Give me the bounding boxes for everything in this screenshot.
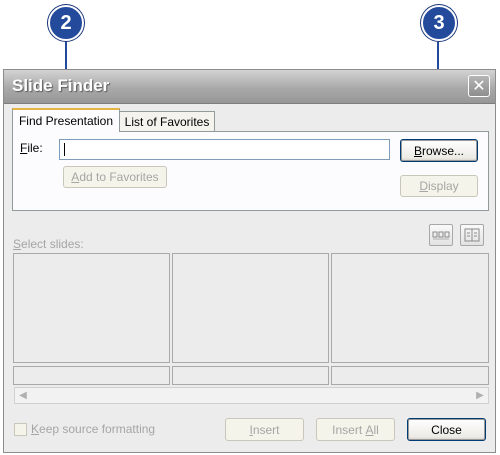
browse-access-key: B: [413, 143, 422, 158]
slide-view-toggle[interactable]: [429, 224, 453, 246]
callout-marker-2: 2: [48, 5, 84, 41]
title-bar: Slide Finder ✕: [4, 70, 495, 104]
close-button[interactable]: Close: [407, 418, 486, 441]
insert-all-access-key: A: [365, 422, 374, 437]
slide-caption-3: [331, 366, 489, 385]
file-label-text: ile:: [27, 141, 43, 155]
close-icon: ✕: [472, 76, 486, 95]
display-access-key: D: [419, 179, 428, 193]
callout-number: 3: [433, 11, 445, 34]
keep-source-text: eep source formatting: [39, 422, 156, 436]
window-title: Slide Finder: [12, 76, 110, 95]
keep-source-formatting-checkbox[interactable]: [14, 423, 27, 436]
scroll-right-icon[interactable]: ▶: [472, 388, 488, 403]
add-favorites-label: dd to Favorites: [79, 170, 159, 184]
text-cursor: [64, 143, 65, 156]
list-view-icon: [464, 228, 480, 242]
select-slides-text: elect slides:: [21, 237, 84, 251]
insert-all-button[interactable]: Insert All: [316, 418, 395, 441]
tab-find-presentation[interactable]: Find Presentation: [12, 108, 120, 132]
slide-view-icon: [432, 231, 450, 240]
slide-thumbnail-1[interactable]: [13, 253, 170, 363]
file-path-input[interactable]: [59, 139, 390, 160]
slide-thumbnail-3[interactable]: [331, 253, 489, 363]
select-slides-label: Select slides:: [13, 237, 84, 251]
callout-marker-3: 3: [421, 5, 457, 41]
insert-all-label-start: Insert: [332, 422, 366, 437]
tab-label: Find Presentation: [18, 114, 114, 128]
tab-list-of-favorites[interactable]: List of Favorites: [119, 111, 215, 132]
browse-button[interactable]: Browse...: [400, 139, 478, 162]
horizontal-scrollbar[interactable]: ◀ ▶: [14, 387, 489, 404]
slide-caption-2: [172, 366, 329, 385]
find-presentation-panel: File: Browse... Add to Favorites Display: [12, 131, 489, 211]
slide-finder-dialog: Slide Finder ✕ Find Presentation List of…: [3, 69, 496, 453]
list-view-toggle[interactable]: [460, 224, 484, 246]
display-label: isplay: [427, 179, 459, 193]
scroll-left-icon[interactable]: ◀: [15, 388, 31, 403]
browse-label: rowse...: [422, 143, 465, 158]
tab-label: List of Favorites: [124, 115, 210, 129]
keep-source-access-key: K: [31, 422, 40, 436]
insert-all-label-end: ll: [373, 422, 379, 437]
add-favorites-access-key: A: [71, 170, 80, 184]
keep-source-formatting-label: Keep source formatting: [31, 422, 155, 436]
add-to-favorites-button[interactable]: Add to Favorites: [63, 166, 167, 188]
close-label: Close: [431, 422, 462, 437]
file-label: File:: [20, 141, 43, 155]
insert-label: nsert: [252, 422, 280, 437]
select-slides-access-key: S: [13, 237, 22, 251]
callout-number: 2: [60, 11, 72, 34]
slide-thumbnail-2[interactable]: [172, 253, 329, 363]
insert-button[interactable]: Insert: [225, 418, 304, 441]
display-button[interactable]: Display: [400, 175, 478, 197]
slide-caption-1: [13, 366, 170, 385]
close-window-button[interactable]: ✕: [468, 75, 490, 97]
